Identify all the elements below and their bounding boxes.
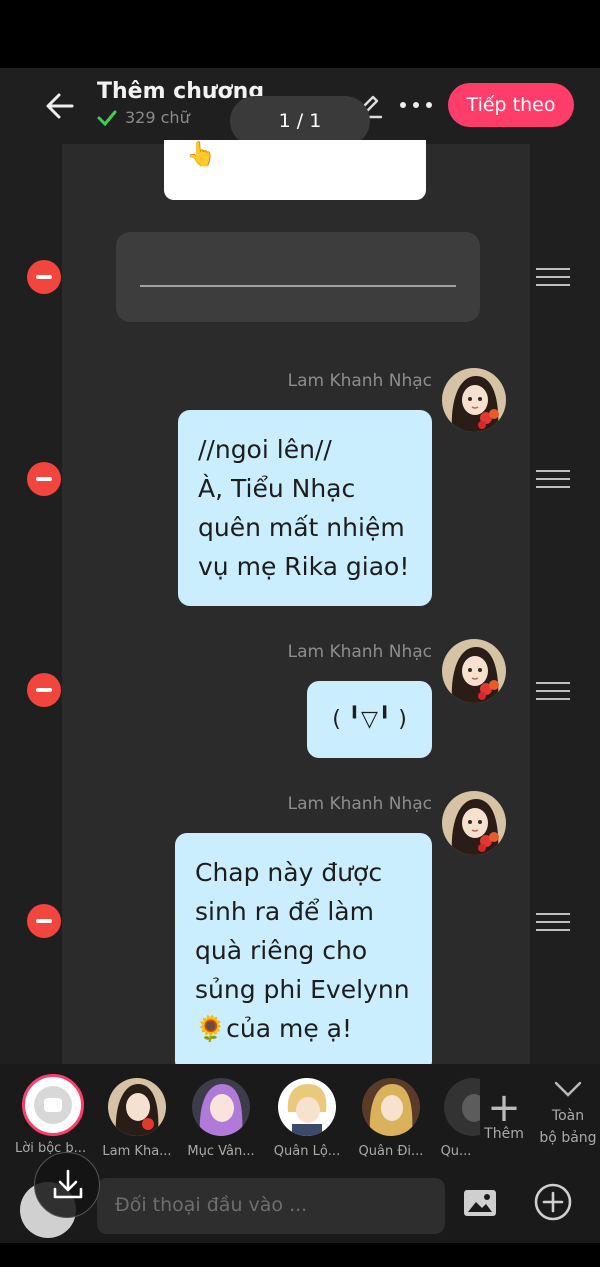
narration-icon: [34, 1086, 72, 1124]
divider-block[interactable]: [116, 232, 480, 322]
all-tables-label-1: Toàn: [551, 1108, 585, 1124]
add-label: Thêm: [484, 1126, 524, 1142]
narration-button[interactable]: [22, 1074, 84, 1136]
next-button[interactable]: Tiếp theo: [448, 83, 574, 127]
character-avatar: [108, 1078, 166, 1136]
add-character-button[interactable]: + Thêm: [480, 1085, 528, 1142]
character-avatar: [362, 1078, 420, 1136]
message-line: ( ╹▽╹ ): [332, 707, 407, 732]
header: Thêm chương 329 chữ Tiếp theo 1 / 1: [0, 68, 600, 146]
plus-icon: +: [487, 1085, 521, 1131]
message-line: vụ mẹ Rika giao!: [198, 552, 410, 581]
character-item[interactable]: Qu...: [440, 1078, 480, 1159]
check-icon: [97, 110, 117, 126]
message-line: sinh ra để làm: [195, 897, 374, 926]
drag-handle-icon[interactable]: [536, 268, 570, 286]
all-tables-label-2: bộ bảng: [539, 1130, 597, 1146]
remove-row-button[interactable]: [27, 904, 61, 938]
drag-handle-icon[interactable]: [536, 682, 570, 700]
more-options-icon[interactable]: [396, 94, 436, 116]
character-item[interactable]: Quân Đi...: [358, 1078, 424, 1159]
download-icon: [53, 1169, 83, 1199]
message-bubble[interactable]: ( ╹▽╹ ): [307, 681, 432, 758]
character-name: Quân Đi...: [358, 1144, 424, 1159]
character-item[interactable]: Quân Lộ...: [274, 1078, 340, 1159]
character-item[interactable]: Mục Vân...: [187, 1078, 255, 1159]
drag-handle-icon[interactable]: [536, 470, 570, 488]
drag-handle-icon[interactable]: [536, 913, 570, 931]
add-circle-icon[interactable]: [533, 1182, 573, 1222]
character-avatar: [444, 1078, 480, 1136]
character-name: Mục Vân...: [187, 1144, 255, 1159]
page-indicator: 1 / 1: [230, 96, 370, 146]
remove-row-button[interactable]: [27, 462, 61, 496]
divider-line: [140, 285, 456, 287]
back-arrow-icon[interactable]: [40, 86, 80, 126]
character-item[interactable]: Lam Kha...: [102, 1078, 172, 1159]
message-line: À, Tiểu Nhạc: [198, 474, 356, 503]
character-avatar: [192, 1078, 250, 1136]
download-button[interactable]: [34, 1152, 100, 1218]
remove-row-button[interactable]: [27, 673, 61, 707]
chapter-editor-screen: Thêm chương 329 chữ Tiếp theo 1 / 1 👆 La…: [0, 68, 600, 1243]
message-bubble[interactable]: //ngoi lên// À, Tiểu Nhạc quên mất nhiệm…: [178, 410, 432, 606]
avatar[interactable]: [442, 639, 506, 703]
word-count-text: 329 chữ: [125, 108, 190, 127]
avatar[interactable]: [442, 791, 506, 855]
all-tables-button[interactable]: Toàn bộ bảng: [536, 1080, 600, 1149]
word-count: 329 chữ: [97, 108, 190, 127]
message-line: quà riêng cho: [195, 936, 368, 965]
status-area: [0, 0, 600, 68]
message-line: 🌻của mẹ ạ!: [195, 1014, 353, 1043]
character-name: Qu...: [440, 1144, 472, 1159]
navigation-area: [0, 1243, 600, 1267]
previous-message-bubble[interactable]: 👆: [164, 140, 426, 200]
pointing-hand-emoji: 👆: [186, 140, 216, 168]
speaker-name: Lam Khanh Nhạc: [287, 371, 432, 391]
chevron-down-icon: [554, 1081, 582, 1097]
image-icon[interactable]: [462, 1188, 498, 1218]
message-line: Chap này được: [195, 858, 383, 887]
dialogue-input[interactable]: Đối thoại đầu vào ...: [97, 1178, 445, 1234]
character-name: Quân Lộ...: [273, 1144, 341, 1159]
message-bubble[interactable]: Chap này được sinh ra để làm quà riêng c…: [175, 833, 432, 1073]
character-name: Lam Kha...: [102, 1144, 172, 1159]
avatar[interactable]: [442, 368, 506, 432]
message-line: quên mất nhiệm: [198, 513, 405, 542]
message-line: sủng phi Evelynn: [195, 975, 410, 1004]
remove-row-button[interactable]: [27, 260, 61, 294]
speaker-name: Lam Khanh Nhạc: [287, 794, 432, 814]
character-avatar: [278, 1078, 336, 1136]
message-line: //ngoi lên//: [198, 435, 332, 464]
speaker-name: Lam Khanh Nhạc: [287, 642, 432, 662]
